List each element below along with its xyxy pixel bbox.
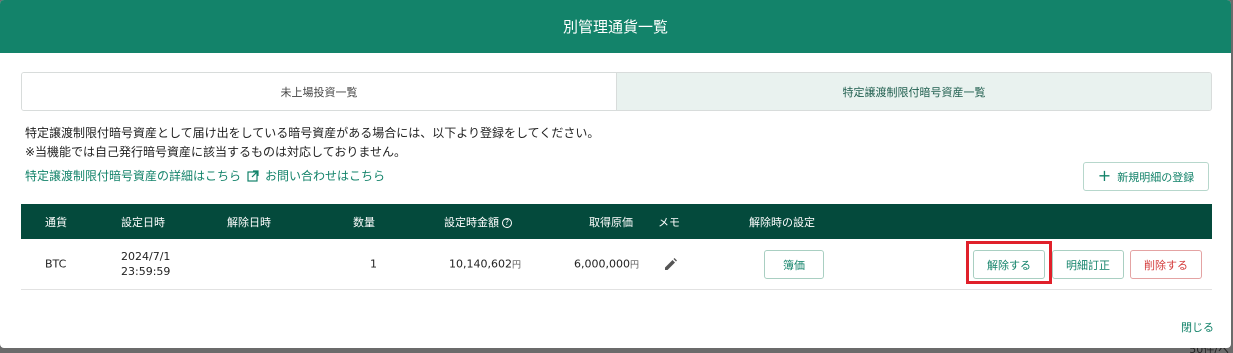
- add-entry-button[interactable]: + 新規明細の登録: [1083, 162, 1209, 191]
- modal-header: 別管理通貨一覧: [0, 0, 1231, 53]
- cell-set-date: 2024/7/1: [121, 250, 171, 263]
- cell-set-amount-value: 10,140,602: [449, 257, 512, 271]
- delete-button[interactable]: 削除する: [1130, 250, 1202, 279]
- header-set-amount-label: 設定時金額: [444, 215, 499, 229]
- release-button-highlight: [966, 241, 1052, 284]
- cell-set-amount: 10,140,602円: [449, 258, 521, 271]
- tab-restricted-crypto[interactable]: 特定譲渡制限付暗号資産一覧: [616, 73, 1211, 110]
- modal-title: 別管理通貨一覧: [562, 18, 668, 36]
- header-set-amount: 設定時金額?: [444, 214, 512, 230]
- modal: 別管理通貨一覧 未上場投資一覧 特定譲渡制限付暗号資産一覧 特定譲渡制限付暗号資…: [0, 0, 1231, 348]
- header-memo: メモ: [658, 215, 680, 229]
- cell-cost: 6,000,000円: [574, 258, 639, 271]
- pencil-icon[interactable]: [664, 258, 677, 271]
- notice-line-1: 特定譲渡制限付暗号資産として届け出をしている暗号資産がある場合には、以下より登録…: [25, 126, 600, 140]
- external-link-icon[interactable]: [247, 169, 259, 182]
- header-set-date: 設定日時: [121, 215, 165, 229]
- cell-set-amount-unit: 円: [511, 260, 521, 271]
- add-entry-label: 新規明細の登録: [1117, 170, 1195, 184]
- table-header: 通貨 設定日時 解除日時 数量 設定時金額? 取得原価 メモ 解除時の設定: [21, 204, 1212, 239]
- close-link[interactable]: 閉じる: [1181, 319, 1214, 335]
- cell-quantity: 1: [370, 257, 377, 271]
- header-release-setting: 解除時の設定: [749, 215, 815, 229]
- cell-cost-value: 6,000,000: [574, 257, 630, 271]
- tab-bar: 未上場投資一覧 特定譲渡制限付暗号資産一覧: [21, 72, 1212, 111]
- cell-set-time: 23:59:59: [121, 265, 171, 278]
- contact-link[interactable]: お問い合わせはこちら: [265, 167, 385, 184]
- edit-entry-button[interactable]: 明細訂正: [1052, 250, 1124, 279]
- help-icon[interactable]: ?: [502, 217, 512, 228]
- cell-cost-unit: 円: [629, 260, 639, 271]
- plus-icon: +: [1097, 165, 1112, 185]
- book-value-button[interactable]: 簿価: [764, 250, 824, 279]
- notice-line-2: ※当機能では自己発行暗号資産に該当するものは対応しておりません。: [25, 145, 406, 159]
- header-quantity: 数量: [353, 215, 375, 229]
- details-link[interactable]: 特定譲渡制限付暗号資産の詳細はこちら: [25, 167, 241, 184]
- cell-currency: BTC: [45, 257, 67, 271]
- header-release-date: 解除日時: [227, 215, 271, 229]
- header-cost: 取得原価: [589, 215, 633, 229]
- tab-unlisted-investments[interactable]: 未上場投資一覧: [22, 73, 616, 110]
- header-currency: 通貨: [45, 215, 67, 229]
- info-links: 特定譲渡制限付暗号資産の詳細はこちら お問い合わせはこちら: [25, 167, 385, 184]
- cell-set-datetime: 2024/7/1 23:59:59: [121, 249, 170, 279]
- notice-text: 特定譲渡制限付暗号資産として届け出をしている暗号資産がある場合には、以下より登録…: [25, 124, 599, 162]
